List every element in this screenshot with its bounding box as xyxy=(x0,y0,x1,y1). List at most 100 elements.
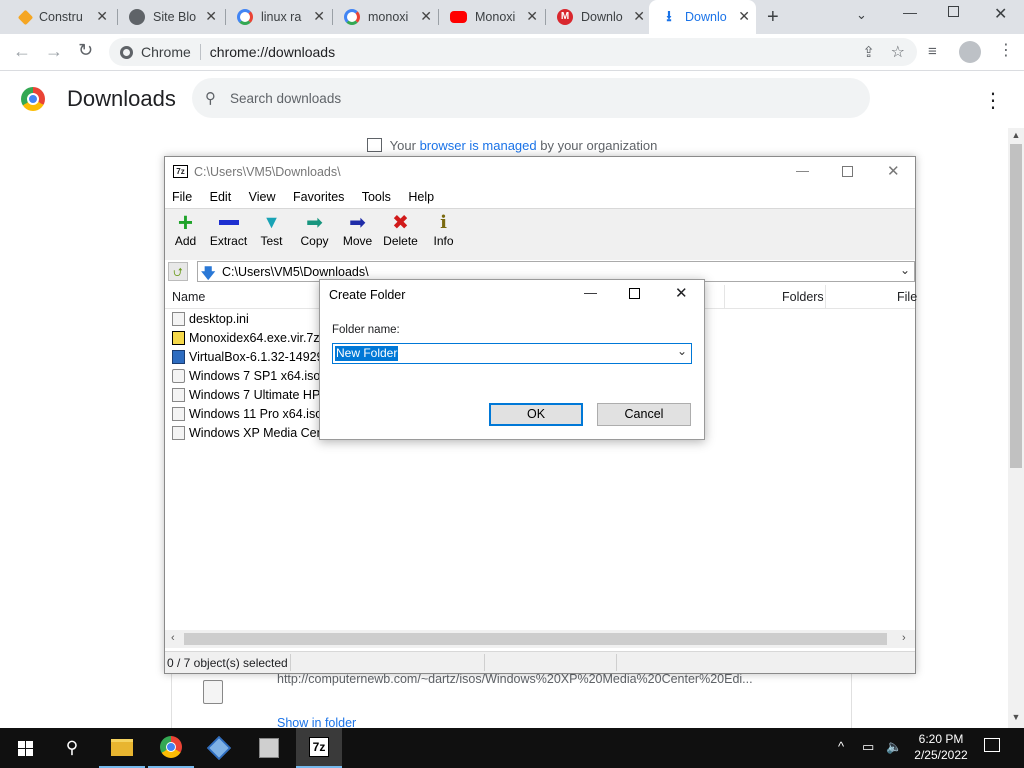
clock[interactable]: 6:20 PM 2/25/2022 xyxy=(908,731,974,763)
forward-button[interactable]: → xyxy=(45,41,63,62)
scroll-right-icon[interactable]: › xyxy=(902,632,906,644)
tab-label: Constru xyxy=(39,10,83,24)
managed-link[interactable]: browser is managed xyxy=(420,138,537,153)
search-button[interactable]: ⚲ xyxy=(49,728,95,768)
tab-google-monoxi[interactable]: monoxi ✕ xyxy=(332,0,438,34)
add-button[interactable]: + Add xyxy=(164,209,207,248)
taskbar-file-explorer[interactable] xyxy=(99,728,145,768)
tab-youtube[interactable]: Monoxi ✕ xyxy=(438,0,544,34)
close-icon[interactable]: ✕ xyxy=(526,8,538,25)
list-item[interactable]: Windows 11 Pro x64.iso xyxy=(172,404,322,423)
copy-button[interactable]: ➡ Copy xyxy=(293,210,336,249)
close-icon[interactable]: ✕ xyxy=(633,8,645,25)
maximize-button[interactable] xyxy=(629,288,640,299)
network-icon[interactable]: ▭ xyxy=(862,739,874,755)
start-button[interactable] xyxy=(2,728,48,768)
menu-favorites[interactable]: Favorites xyxy=(293,190,344,204)
taskbar-7zip[interactable]: 7z xyxy=(296,728,342,768)
new-tab-button[interactable]: + xyxy=(767,6,779,29)
taskbar-virtualbox[interactable] xyxy=(196,728,242,768)
maximize-button[interactable] xyxy=(842,166,853,177)
close-icon[interactable]: ✕ xyxy=(205,8,217,25)
menu-tools[interactable]: Tools xyxy=(362,190,391,204)
info-button[interactable]: i Info xyxy=(422,210,465,249)
folder-icon xyxy=(111,738,133,756)
down-arrow-icon: 🡇 xyxy=(201,265,216,281)
info-icon: i xyxy=(440,211,447,233)
star-icon[interactable]: ☆ xyxy=(891,42,905,62)
folder-name-input[interactable]: New Folder ⌄ xyxy=(332,343,692,364)
notifications-icon[interactable] xyxy=(984,738,1000,752)
settings-file-icon xyxy=(172,311,185,326)
delete-button[interactable]: ✖ Delete xyxy=(379,210,422,249)
extract-button[interactable]: Extract xyxy=(207,210,250,248)
list-item[interactable]: Windows 7 Ultimate HP... xyxy=(172,385,329,404)
list-item[interactable]: VirtualBox-6.1.32-14929... xyxy=(172,347,334,366)
download-url[interactable]: http://computernewb.com/~dartz/isos/Wind… xyxy=(277,672,753,686)
tab-downloads[interactable]: ⭳ Downlo ✕ xyxy=(649,0,756,34)
page-scrollbar[interactable]: ▲ ▼ xyxy=(1008,128,1024,728)
column-files[interactable]: File xyxy=(897,290,917,304)
close-icon[interactable]: ✕ xyxy=(738,8,750,25)
youtube-icon xyxy=(450,11,467,23)
google-icon xyxy=(237,9,253,25)
omnibox[interactable]: Chrome chrome://downloads ⇪ ☆ xyxy=(109,38,917,66)
restore-button[interactable] xyxy=(948,6,959,17)
column-name[interactable]: Name xyxy=(172,290,205,304)
minimize-button[interactable]: — xyxy=(903,4,917,20)
list-item[interactable]: Windows XP Media Cen... xyxy=(172,423,334,442)
ok-button[interactable]: OK xyxy=(489,403,583,426)
delete-icon: ✖ xyxy=(392,211,409,234)
volume-icon[interactable]: 🔈 xyxy=(886,739,902,755)
tab-search-icon[interactable]: ⌄ xyxy=(856,7,867,23)
tab-site-blocker[interactable]: Site Blo ✕ xyxy=(117,0,223,34)
minimize-button[interactable]: — xyxy=(796,163,809,178)
close-window-button[interactable]: ✕ xyxy=(994,4,1007,24)
close-button[interactable]: ✕ xyxy=(887,162,900,180)
scroll-thumb[interactable] xyxy=(184,633,887,645)
menu-help[interactable]: Help xyxy=(408,190,434,204)
chevron-down-icon[interactable]: ⌄ xyxy=(677,344,687,358)
column-folders[interactable]: Folders xyxy=(782,290,824,304)
list-item[interactable]: Monoxidex64.exe.vir.7z xyxy=(172,328,320,347)
test-button[interactable]: ▼ Test xyxy=(250,210,293,249)
cancel-button[interactable]: Cancel xyxy=(597,403,691,426)
7zip-logo-icon: 7z xyxy=(308,737,330,757)
menu-edit[interactable]: Edit xyxy=(210,190,232,204)
7zip-titlebar: 7z C:\Users\VM5\Downloads\ — ✕ xyxy=(165,157,915,188)
move-button[interactable]: ➡ Move xyxy=(336,210,379,249)
taskbar-7zip-tool[interactable] xyxy=(246,728,292,768)
tab-constru[interactable]: Constru ✕ xyxy=(8,0,114,34)
google-icon xyxy=(344,9,360,25)
tab-google-linux[interactable]: linux ra ✕ xyxy=(225,0,331,34)
back-button[interactable]: ← xyxy=(13,41,31,62)
reload-button[interactable]: ↻ xyxy=(78,40,93,61)
tray-overflow-icon[interactable]: ^ xyxy=(838,739,844,754)
menu-view[interactable]: View xyxy=(249,190,276,204)
horizontal-scrollbar[interactable]: ‹ › xyxy=(165,630,915,648)
close-button[interactable]: ✕ xyxy=(675,284,688,302)
scroll-left-icon[interactable]: ‹ xyxy=(171,632,175,644)
close-icon[interactable]: ✕ xyxy=(313,8,325,25)
menu-file[interactable]: File xyxy=(172,190,192,204)
chrome-menu-icon[interactable]: ⋮ xyxy=(998,41,1014,61)
archive-icon xyxy=(172,330,185,345)
close-icon[interactable]: ✕ xyxy=(96,8,108,25)
profile-avatar[interactable] xyxy=(959,41,981,63)
more-actions-icon[interactable]: ⋮ xyxy=(983,88,1003,113)
omnibox-url: chrome://downloads xyxy=(209,44,336,60)
list-item[interactable]: Windows 7 SP1 x64.iso xyxy=(172,366,320,385)
search-icon: ⚲ xyxy=(65,738,79,757)
up-folder-button[interactable]: ⮍ xyxy=(168,262,188,281)
close-icon[interactable]: ✕ xyxy=(420,8,432,25)
taskbar-chrome[interactable] xyxy=(148,728,194,768)
share-icon[interactable]: ⇪ xyxy=(862,43,875,61)
page-title: Downloads xyxy=(67,86,176,111)
list-item[interactable]: desktop.ini xyxy=(172,309,249,328)
chevron-down-icon[interactable]: ⌄ xyxy=(900,263,910,277)
disc-image-icon xyxy=(172,368,185,383)
minimize-button[interactable]: — xyxy=(584,285,597,300)
search-downloads-input[interactable]: ⚲ Search downloads xyxy=(192,78,870,118)
tab-mega[interactable]: M Downlo ✕ xyxy=(545,0,651,34)
reading-list-icon[interactable]: ≡ xyxy=(928,43,937,60)
